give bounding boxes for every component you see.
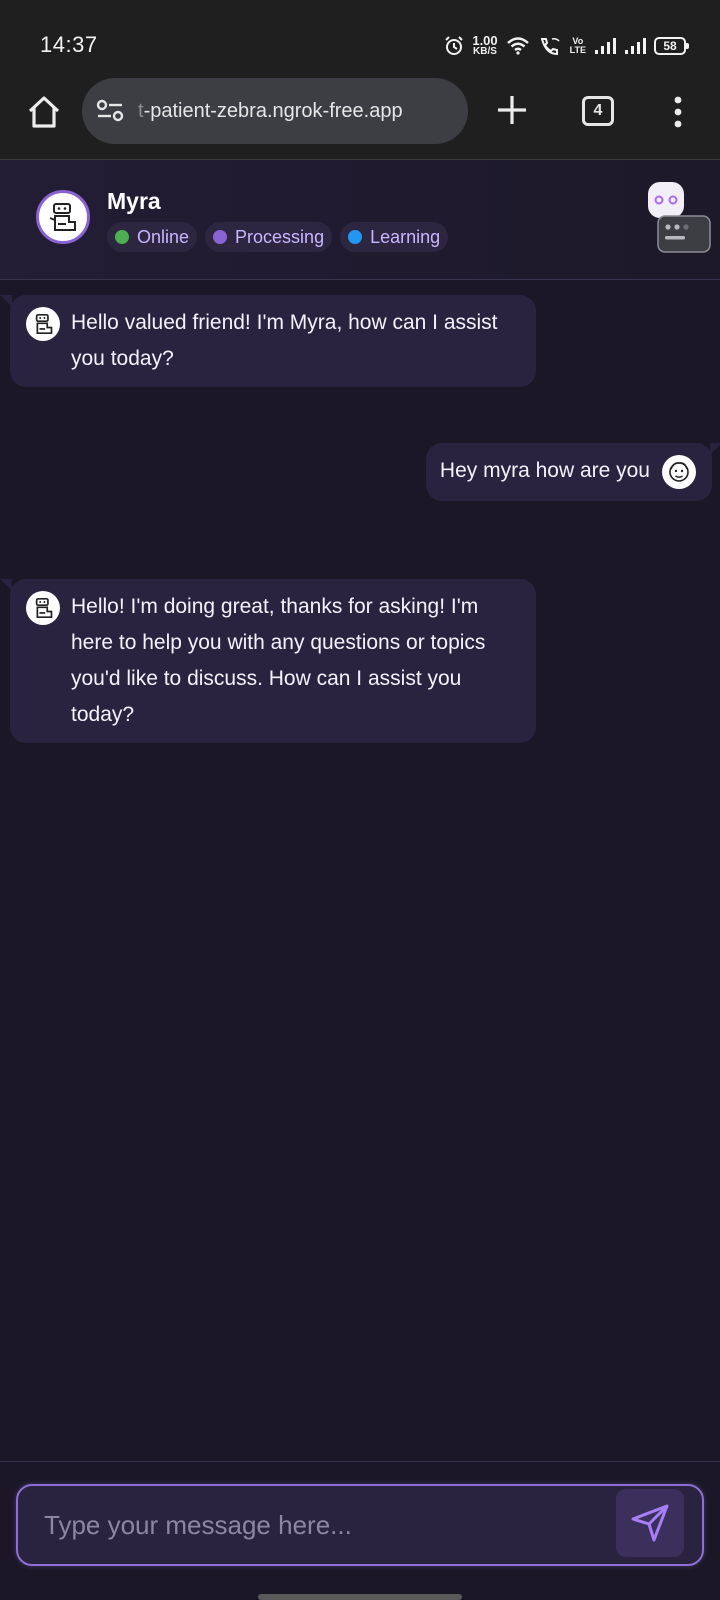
status-dot [348, 230, 363, 244]
battery-icon: 58 [654, 37, 689, 55]
plus-icon[interactable] [494, 92, 530, 128]
message-composer [16, 1484, 704, 1566]
volte-line-2: LTE [569, 45, 586, 55]
robot-avatar-icon [35, 597, 53, 619]
send-button[interactable] [616, 1489, 684, 1557]
status-label: Processing [235, 226, 325, 247]
wifi-icon [506, 37, 529, 55]
robot-avatar-icon [49, 203, 76, 231]
url-text-main: -patient-zebra.ngrok-free.app [143, 99, 403, 122]
user-avatar [662, 455, 696, 489]
tab-count: 4 [593, 102, 603, 119]
bot-message: Hello valued friend! I'm Myra, how can I… [0, 295, 536, 387]
user-face-icon [669, 462, 689, 482]
bot-avatar [26, 591, 60, 625]
status-icons: 1.00 KB/S Vo LTE 58 [444, 34, 689, 58]
status-bar: 14:37 1.00 KB/S Vo LTE 58 [0, 0, 720, 78]
signal-icon [595, 38, 616, 54]
status-pill-learning: Learning [340, 222, 449, 252]
send-icon [631, 1504, 669, 1542]
volte-icon: Vo LTE [570, 37, 586, 55]
robot-mascot-icon [648, 182, 711, 253]
composer-area [0, 1461, 720, 1600]
browser-toolbar: t-patient-zebra.ngrok-free.app 4 [0, 78, 720, 160]
message-input[interactable] [44, 1504, 604, 1546]
signal-icon [625, 38, 646, 54]
bot-avatar [26, 307, 60, 341]
bot-message: Hello! I'm doing great, thanks for askin… [0, 579, 536, 743]
chat-header: Myra Online Processing Learning [0, 160, 720, 280]
battery-level: 58 [663, 39, 677, 53]
message-list: Hello valued friend! I'm Myra, how can I… [0, 281, 720, 1461]
status-pill-processing: Processing [205, 222, 333, 252]
more-vert-icon[interactable] [666, 92, 690, 132]
status-pill-online: Online [107, 222, 198, 252]
network-speed-unit: KB/S [473, 46, 497, 57]
alarm-icon [445, 36, 464, 55]
network-speed: 1.00 KB/S [472, 34, 497, 57]
address-bar[interactable]: t-patient-zebra.ngrok-free.app [82, 78, 468, 144]
user-message: Hey myra how are you [425, 443, 720, 501]
site-settings-icon[interactable] [96, 99, 124, 123]
status-dot [213, 230, 228, 244]
status-time: 14:37 [40, 32, 98, 57]
avatar [36, 190, 90, 244]
tabs-button[interactable]: 4 [582, 96, 614, 126]
message-text: Hey myra how are you [439, 459, 650, 482]
gesture-bar [258, 1594, 462, 1600]
robot-avatar-icon [35, 313, 53, 335]
home-icon[interactable] [24, 92, 64, 132]
bot-name: Myra [107, 188, 161, 214]
wifi-calling-icon [540, 37, 560, 56]
message-text: Hello! I'm doing great, thanks for askin… [71, 595, 486, 726]
message-text: Hello valued friend! I'm Myra, how can I… [71, 311, 498, 370]
status-label: Learning [370, 226, 441, 247]
url-text: t-patient-zebra.ngrok-free.app [138, 100, 448, 123]
status-label: Online [137, 226, 190, 247]
status-dot [115, 230, 129, 244]
status-pills: Online Processing Learning [107, 222, 449, 252]
